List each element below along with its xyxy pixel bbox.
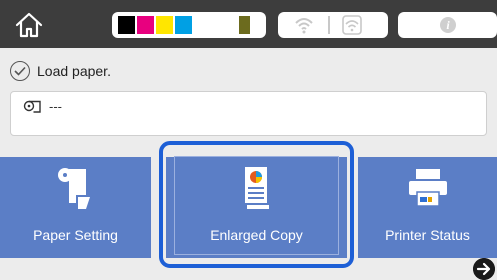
- status-text: Load paper.: [37, 63, 111, 79]
- ink-cyan: [175, 16, 192, 34]
- paper-setting-icon: [57, 168, 90, 209]
- paper-info-panel[interactable]: ---: [10, 91, 487, 136]
- home-icon[interactable]: [14, 10, 44, 40]
- info-button[interactable]: i: [398, 12, 497, 38]
- printer-status-icon: [408, 169, 447, 207]
- ink-yellow: [156, 16, 173, 34]
- selection-highlight: [159, 141, 354, 268]
- checkmark-circle-icon: [10, 61, 30, 81]
- network-divider: [328, 16, 330, 34]
- paper-setting-tile[interactable]: Paper Setting: [0, 157, 151, 258]
- paper-value: ---: [49, 99, 62, 114]
- wifi-icon: [295, 18, 313, 34]
- paper-setting-label: Paper Setting: [33, 227, 118, 243]
- wifi-direct-icon: [342, 15, 362, 35]
- ink-magenta: [137, 16, 154, 34]
- network-status[interactable]: [278, 12, 388, 38]
- roll-paper-icon: [23, 100, 41, 113]
- ink-black: [118, 16, 135, 34]
- arrow-right-icon[interactable]: [473, 258, 495, 280]
- printer-status-tile[interactable]: Printer Status: [358, 157, 497, 258]
- top-status-bar: i: [0, 0, 497, 48]
- info-icon: i: [440, 17, 456, 33]
- ink-extra: [239, 16, 250, 34]
- printer-status-label: Printer Status: [385, 227, 470, 243]
- ink-levels[interactable]: [112, 12, 266, 38]
